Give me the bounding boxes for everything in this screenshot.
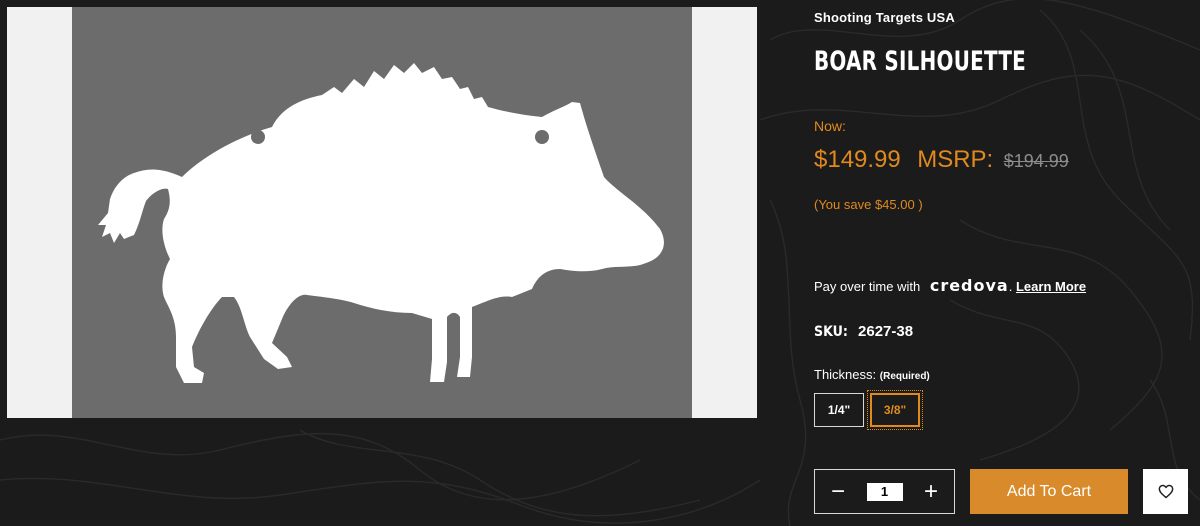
product-title: BOAR SILHOUETTE — [814, 46, 1027, 77]
current-price: $149.99 — [814, 146, 901, 173]
wishlist-button[interactable] — [1143, 469, 1188, 514]
product-info: Shooting Targets USA BOAR SILHOUETTE Now… — [814, 0, 1194, 526]
sku-label: SKU: — [814, 324, 848, 340]
product-image[interactable] — [7, 7, 757, 418]
thickness-option-three-eighths-inch[interactable]: 3/8" — [867, 390, 923, 430]
thickness-label: Thickness: — [814, 367, 877, 382]
required-marker: (Required) — [879, 371, 930, 382]
thickness-label-row: Thickness: (Required) — [814, 367, 930, 382]
msrp-price: $194.99 — [1003, 151, 1069, 171]
plus-icon[interactable]: + — [920, 479, 942, 504]
heart-icon — [1158, 484, 1173, 499]
financing-row: Pay over time with credova. Learn More — [814, 276, 1086, 295]
brand-name[interactable]: Shooting Targets USA — [814, 10, 955, 25]
quantity-input[interactable] — [866, 482, 903, 501]
credova-logo: credova — [929, 276, 1009, 295]
product-image-background — [72, 7, 692, 418]
add-to-cart-button[interactable]: Add To Cart — [970, 469, 1128, 514]
quantity-stepper: − + — [814, 469, 955, 514]
financing-separator: . — [1008, 279, 1013, 294]
price-row: $149.99 MSRP: $194.99 — [814, 146, 1069, 174]
sku-row: SKU: 2627-38 — [814, 323, 913, 340]
now-label: Now: — [814, 118, 846, 134]
boar-silhouette-image — [98, 63, 664, 383]
thickness-option-quarter-inch[interactable]: 1/4" — [814, 393, 864, 427]
financing-text: Pay over time with — [814, 279, 921, 294]
msrp-label: MSRP: — [917, 146, 994, 173]
savings-text: (You save $45.00 ) — [814, 197, 923, 212]
learn-more-link[interactable]: Learn More — [1016, 279, 1086, 294]
minus-icon[interactable]: − — [827, 479, 849, 504]
sku-value: 2627-38 — [858, 323, 914, 340]
